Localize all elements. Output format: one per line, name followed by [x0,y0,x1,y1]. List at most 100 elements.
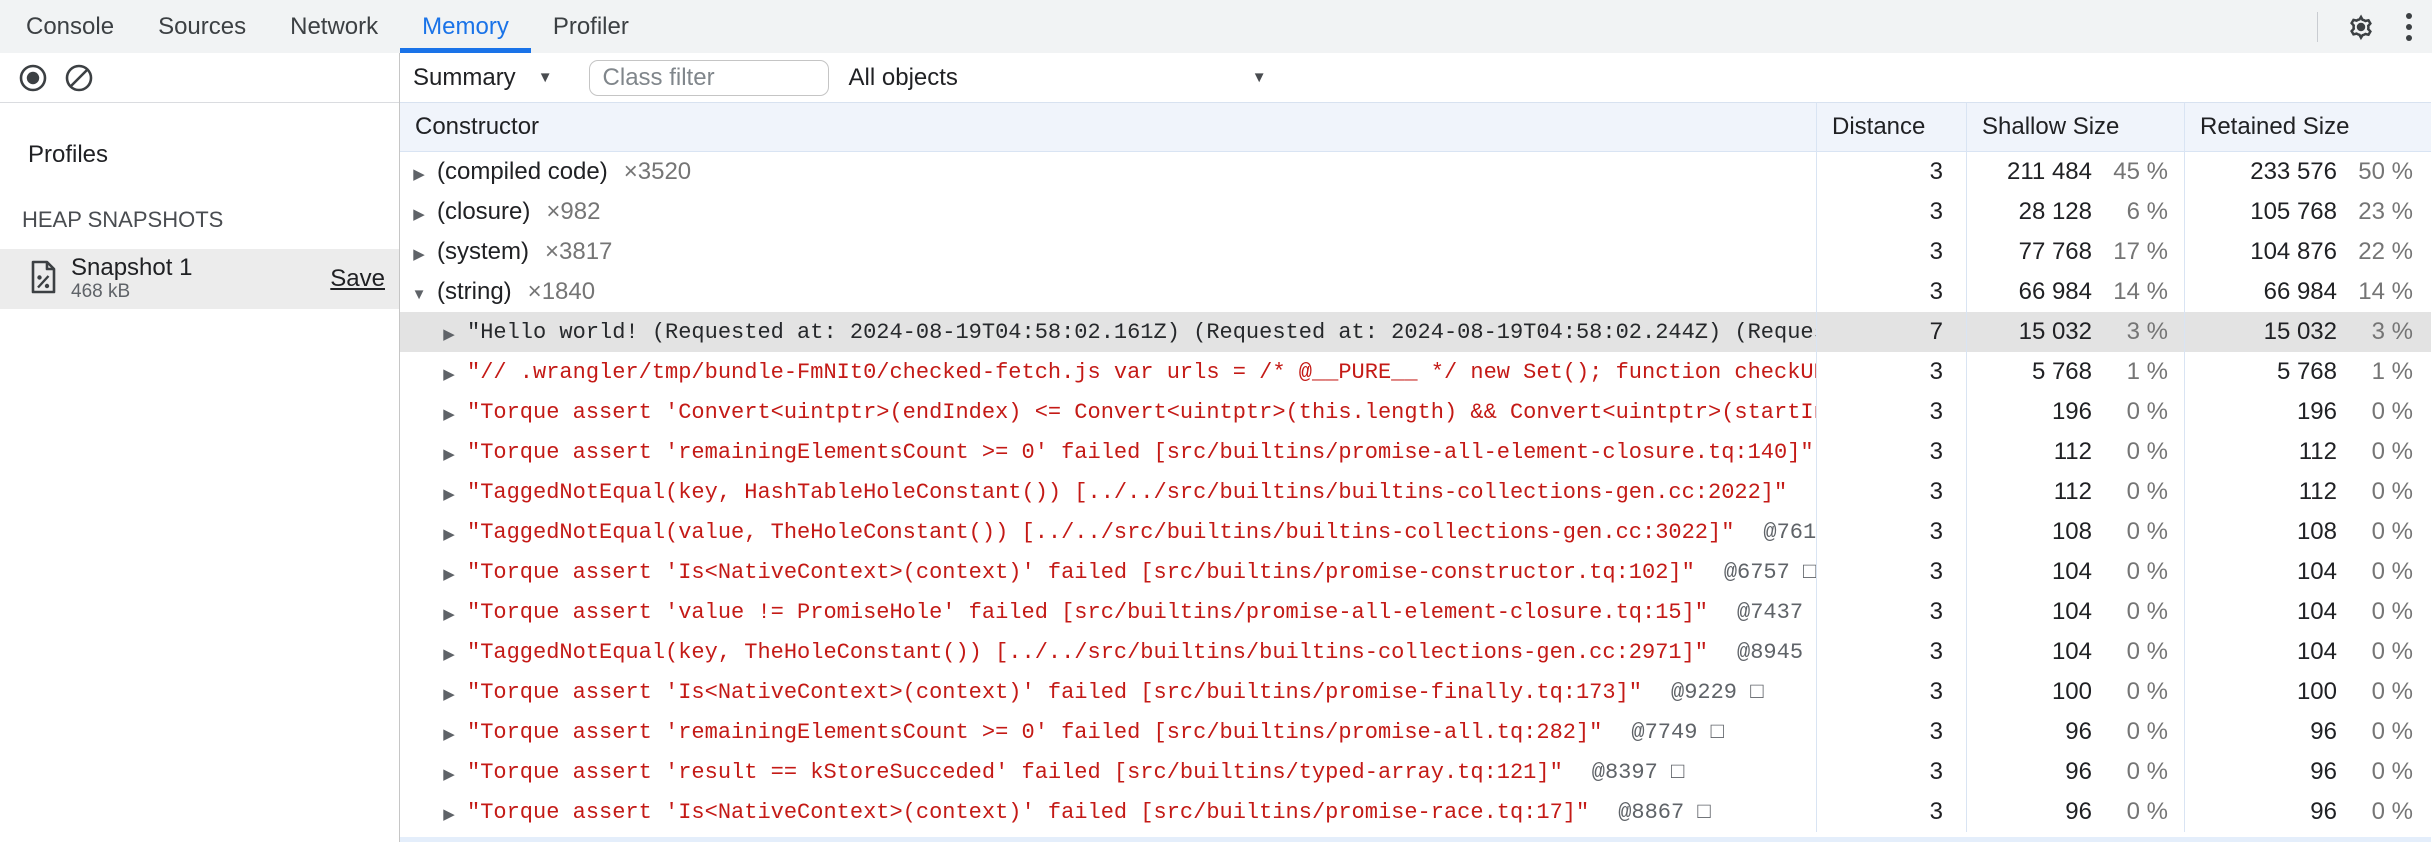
retained-size-value: 104 876 [2250,238,2337,265]
expand-arrow-icon[interactable] [408,278,430,306]
tab-sources-label: Sources [158,12,247,40]
perspective-select-value: Summary [413,63,516,91]
retained-size-value: 100 [2296,678,2337,705]
shallow-size-percent: 6 % [2126,198,2168,225]
row-object-id: @7749 □ [1631,719,1724,745]
table-row[interactable]: "Torque assert 'remainingElementsCount >… [400,712,2431,752]
record-heap-snapshot-icon[interactable] [18,63,48,93]
distance-value: 3 [1929,158,1943,185]
three-dot-menu-icon[interactable] [2396,9,2422,45]
class-filter-input[interactable] [588,59,829,96]
shallow-size-value: 5 768 [2031,358,2092,385]
shallow-size-percent: 0 % [2126,438,2168,465]
expand-arrow-icon[interactable] [438,598,460,626]
row-object-id: @7611 [1763,519,1816,545]
gear-icon[interactable] [2346,12,2376,42]
table-row[interactable]: "Torque assert 'remainingElementsCount >… [400,432,2431,472]
grid-rows: (compiled code) ×3520 3 211 484 45 % 233… [400,152,2431,832]
retained-size-value: 5 768 [2276,358,2337,385]
tab-console[interactable]: Console [4,0,136,53]
shallow-size-value: 112 [2053,478,2092,505]
tab-memory[interactable]: Memory [400,0,531,53]
expand-arrow-icon[interactable] [438,398,460,426]
column-header-shallow-size[interactable]: Shallow Size [1966,103,2184,151]
profiles-title: Profiles [28,141,109,168]
expand-arrow-icon[interactable] [438,798,460,826]
distance-value: 3 [1929,278,1943,305]
distance-value: 3 [1929,758,1943,785]
table-row[interactable]: "Torque assert 'Is<NativeContext>(contex… [400,672,2431,712]
table-row[interactable]: "TaggedNotEqual(value, TheHoleConstant()… [400,512,2431,552]
save-snapshot-link[interactable]: Save [330,265,385,293]
expand-arrow-icon[interactable] [408,158,430,186]
table-row[interactable]: (compiled code) ×3520 3 211 484 45 % 233… [400,152,2431,192]
expand-arrow-icon[interactable] [438,438,460,466]
expand-arrow-icon[interactable] [438,518,460,546]
column-header-distance[interactable]: Distance [1816,103,1966,151]
row-constructor-text: "Torque assert 'remainingElementsCount >… [467,439,1814,465]
row-object-id: @9229 □ [1671,679,1764,705]
table-row[interactable]: "Hello world! (Requested at: 2024-08-19T… [400,312,2431,352]
shallow-size-value: 196 [2051,398,2092,425]
table-row[interactable]: (string) ×1840 3 66 984 14 % 66 984 14 % [400,272,2431,312]
table-row[interactable]: "TaggedNotEqual(key, HashTableHoleConsta… [400,472,2431,512]
shallow-size-value: 96 [2065,758,2092,785]
expand-arrow-icon[interactable] [408,238,430,266]
retained-size-percent: 23 % [2358,198,2413,225]
table-row[interactable]: "Torque assert 'Is<NativeContext>(contex… [400,552,2431,592]
sidebar-item-snapshot-1[interactable]: Snapshot 1 468 kB Save [0,249,399,309]
retained-size-percent: 0 % [2371,718,2413,745]
table-row[interactable]: "Torque assert 'Is<NativeContext>(contex… [400,792,2431,832]
table-row[interactable]: "// .wrangler/tmp/bundle-FmNIt0/checked-… [400,352,2431,392]
shallow-size-cell: 5 768 1 % [1966,352,2184,392]
tab-memory-label: Memory [422,12,509,40]
grid-bottom-filler [400,832,2431,842]
distance-cell: 3 [1816,192,1966,232]
shallow-size-cell: 104 0 % [1966,632,2184,672]
row-constructor-text: (system) [437,238,529,265]
distance-cell: 3 [1816,552,1966,592]
retained-size-value: 96 [2310,798,2337,825]
row-constructor-text: "Torque assert 'Is<NativeContext>(contex… [467,559,1695,585]
expand-arrow-icon[interactable] [438,758,460,786]
expand-arrow-icon[interactable] [438,638,460,666]
expand-arrow-icon[interactable] [438,318,460,346]
retained-size-cell: 100 0 % [2184,672,2431,712]
table-row[interactable]: "Torque assert 'Convert<uintptr>(endInde… [400,392,2431,432]
constructor-cell: "Torque assert 'value != PromiseHole' fa… [400,592,1816,632]
table-row[interactable]: (system) ×3817 3 77 768 17 % 104 876 22 … [400,232,2431,272]
retained-size-percent: 0 % [2371,638,2413,665]
column-header-constructor[interactable]: Constructor [400,103,1816,151]
expand-arrow-icon[interactable] [438,558,460,586]
table-row[interactable]: "TaggedNotEqual(key, TheHoleConstant()) … [400,632,2431,672]
tab-network[interactable]: Network [268,0,400,53]
distance-cell: 3 [1816,512,1966,552]
perspective-select[interactable]: Summary [413,64,553,92]
distance-value: 3 [1929,518,1943,545]
distance-value: 3 [1929,798,1943,825]
distance-cell: 3 [1816,712,1966,752]
expand-arrow-icon[interactable] [438,358,460,386]
row-object-id: @6757 □ [1723,559,1816,585]
tab-sources[interactable]: Sources [136,0,268,53]
profiles-sidebar-toolbar [0,53,399,103]
shallow-size-cell: 96 0 % [1966,752,2184,792]
retained-size-percent: 14 % [2358,278,2413,305]
retained-size-cell: 96 0 % [2184,752,2431,792]
row-instance-count: ×982 [546,198,601,225]
table-row[interactable]: "Torque assert 'value != PromiseHole' fa… [400,592,2431,632]
clear-profiles-icon[interactable] [64,63,94,93]
constructor-cell: "Torque assert 'remainingElementsCount >… [400,712,1816,752]
table-row[interactable]: (closure) ×982 3 28 128 6 % 105 768 23 % [400,192,2431,232]
shallow-size-cell: 104 0 % [1966,592,2184,632]
objects-scope-select[interactable]: All objects [849,64,1273,92]
expand-arrow-icon[interactable] [438,478,460,506]
expand-arrow-icon[interactable] [438,718,460,746]
table-row[interactable]: "Torque assert 'result == kStoreSucceded… [400,752,2431,792]
constructor-cell: (system) ×3817 [400,232,1816,272]
expand-arrow-icon[interactable] [438,678,460,706]
tab-profiler[interactable]: Profiler [531,0,651,53]
expand-arrow-icon[interactable] [408,198,430,226]
chevron-down-icon [538,69,553,87]
column-header-retained-size[interactable]: Retained Size [2184,103,2431,151]
